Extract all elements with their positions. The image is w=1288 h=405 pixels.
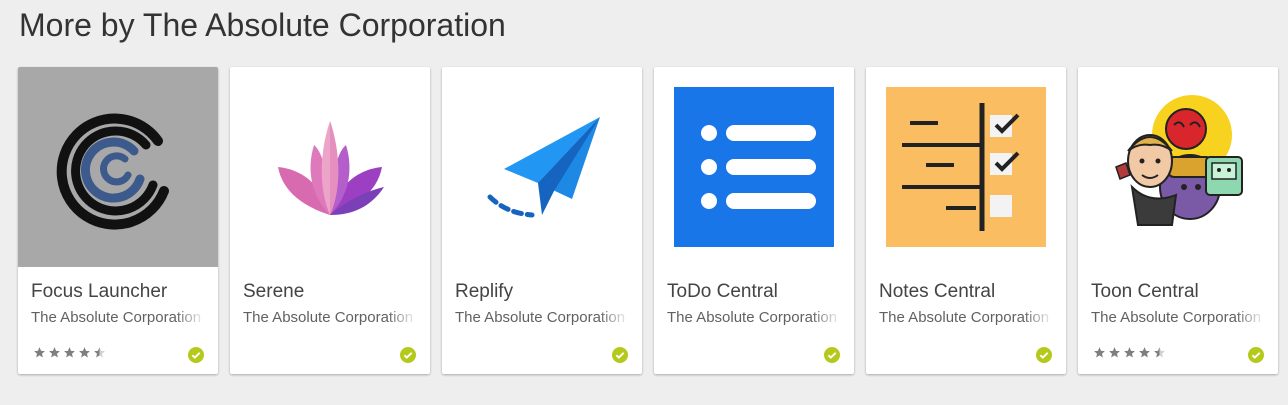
app-card-notes-central[interactable]: Notes Central The Absolute Corporation [866, 67, 1066, 374]
star-filled-icon [1139, 347, 1150, 358]
app-title[interactable]: Replify [455, 281, 637, 303]
app-card-list: Focus Launcher The Absolute Corporation … [18, 67, 1278, 374]
verified-badge-icon [1036, 347, 1052, 363]
star-filled-icon [34, 347, 45, 358]
rating-stars [1093, 346, 1166, 359]
app-developer[interactable]: The Absolute Corporation [667, 309, 842, 326]
cartoon-characters-icon [1115, 95, 1243, 226]
verified-badge-icon [824, 347, 840, 363]
app-thumbnail[interactable] [866, 67, 1066, 267]
app-card-todo-central[interactable]: ToDo Central The Absolute Corporation [654, 67, 854, 374]
app-card-focus-launcher[interactable]: Focus Launcher The Absolute Corporation [18, 67, 218, 374]
app-title[interactable]: Notes Central [879, 281, 1061, 303]
todo-list-icon [674, 87, 834, 247]
app-card-replify[interactable]: Replify The Absolute Corporation [442, 67, 642, 374]
verified-badge-icon [612, 347, 628, 363]
app-developer[interactable]: The Absolute Corporation [1091, 309, 1266, 326]
star-half-icon [94, 347, 105, 358]
app-thumbnail[interactable] [1078, 67, 1278, 267]
app-developer[interactable]: The Absolute Corporation [31, 309, 206, 326]
app-thumbnail[interactable] [230, 67, 430, 267]
app-title[interactable]: Serene [243, 281, 425, 303]
verified-badge-icon [400, 347, 416, 363]
star-filled-icon [1094, 347, 1105, 358]
app-card-toon-central[interactable]: Toon Central The Absolute Corporation [1078, 67, 1278, 374]
app-title[interactable]: ToDo Central [667, 281, 849, 303]
section-heading: More by The Absolute Corporation [19, 7, 506, 43]
app-developer[interactable]: The Absolute Corporation [455, 309, 630, 326]
paper-plane-icon [487, 117, 600, 218]
app-title[interactable]: Toon Central [1091, 281, 1273, 303]
star-filled-icon [64, 347, 75, 358]
app-developer[interactable]: The Absolute Corporation [879, 309, 1054, 326]
focus-launcher-icon [56, 113, 169, 230]
app-card-serene[interactable]: Serene The Absolute Corporation [230, 67, 430, 374]
rating-stars [33, 346, 106, 359]
star-half-icon [1154, 347, 1165, 358]
app-title[interactable]: Focus Launcher [31, 281, 213, 303]
star-filled-icon [1109, 347, 1120, 358]
notes-checklist-icon [886, 87, 1046, 247]
app-thumbnail[interactable] [442, 67, 642, 267]
verified-badge-icon [188, 347, 204, 363]
lotus-icon [278, 121, 384, 215]
star-filled-icon [1124, 347, 1135, 358]
app-developer[interactable]: The Absolute Corporation [243, 309, 418, 326]
app-thumbnail[interactable] [654, 67, 854, 267]
star-filled-icon [79, 347, 90, 358]
star-filled-icon [49, 347, 60, 358]
app-thumbnail[interactable] [18, 67, 218, 267]
verified-badge-icon [1248, 347, 1264, 363]
